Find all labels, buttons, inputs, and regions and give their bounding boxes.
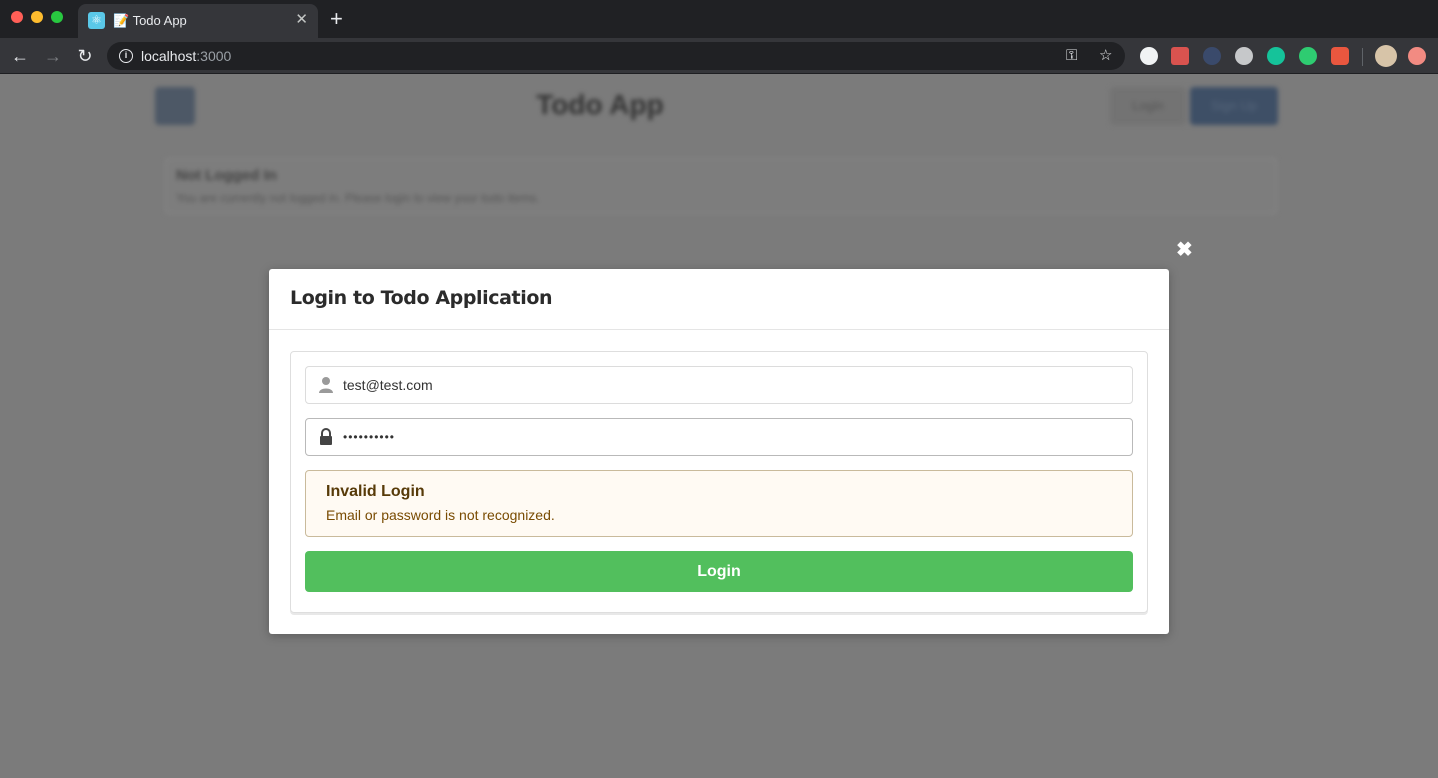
header-login-button: Login xyxy=(1110,87,1186,125)
password-input[interactable] xyxy=(343,419,1123,455)
key-icon[interactable]: ⚿ xyxy=(1066,46,1077,66)
user-icon xyxy=(319,377,333,393)
error-message: Invalid Login Email or password is not r… xyxy=(305,470,1133,537)
extension-icon-6[interactable] xyxy=(1299,47,1317,65)
address-bar[interactable]: i localhost:3000 ⚿ ☆ xyxy=(107,42,1125,70)
profile-avatar[interactable] xyxy=(1375,45,1397,67)
browser-tab-todo-app[interactable]: ⚛ 📝 Todo App ✕ xyxy=(78,4,318,38)
login-button[interactable]: Login xyxy=(305,551,1133,592)
grammarly-icon[interactable] xyxy=(1267,47,1285,65)
extension-icon-4[interactable] xyxy=(1235,47,1253,65)
extension-icon-2[interactable] xyxy=(1171,47,1189,65)
forward-arrow-icon[interactable]: → xyxy=(41,44,65,68)
window-maximize-button[interactable] xyxy=(51,11,63,23)
url-port: :3000 xyxy=(196,48,232,64)
tab-title: 📝 Todo App xyxy=(113,13,187,28)
lock-icon xyxy=(320,428,332,445)
back-arrow-icon[interactable]: ← xyxy=(8,44,32,68)
window-close-button[interactable] xyxy=(11,11,23,23)
header-signup-button: Sign Up xyxy=(1190,87,1278,125)
browser-toolbar: ← → ↻ i localhost:3000 ⚿ ☆ xyxy=(0,38,1438,74)
tab-close-button[interactable]: ✕ xyxy=(295,11,308,29)
not-logged-in-message: Not Logged In You are currently not logg… xyxy=(165,158,1277,214)
extension-icon-7[interactable] xyxy=(1331,47,1349,65)
modal-header: Login to Todo Application xyxy=(269,269,1169,330)
password-field[interactable] xyxy=(305,418,1133,456)
reload-icon[interactable]: ↻ xyxy=(73,44,97,68)
modal-close-icon[interactable]: ✖ xyxy=(1176,240,1193,260)
update-icon[interactable] xyxy=(1408,47,1426,65)
error-title: Invalid Login xyxy=(326,483,425,500)
site-info-icon[interactable]: i xyxy=(119,49,133,63)
extension-icon-3[interactable] xyxy=(1203,47,1221,65)
login-modal: Login to Todo Application Invalid Login … xyxy=(269,269,1169,634)
login-form: Invalid Login Email or password is not r… xyxy=(290,351,1148,613)
url-host: localhost xyxy=(141,48,197,64)
toolbar-divider xyxy=(1362,48,1363,66)
browser-tab-bar: ⚛ 📝 Todo App ✕ + xyxy=(0,0,1438,38)
url-text: localhost:3000 xyxy=(141,48,231,64)
bookmark-star-icon[interactable]: ☆ xyxy=(1099,46,1112,66)
message-header: Not Logged In xyxy=(176,167,277,184)
app-title: Todo App xyxy=(536,89,664,120)
new-tab-button[interactable]: + xyxy=(330,8,343,30)
error-text: Email or password is not recognized. xyxy=(326,507,555,523)
react-favicon-icon: ⚛ xyxy=(88,12,105,29)
email-input[interactable] xyxy=(343,367,1123,403)
window-minimize-button[interactable] xyxy=(31,11,43,23)
message-body: You are currently not logged in. Please … xyxy=(176,191,540,205)
modal-title: Login to Todo Application xyxy=(290,287,553,309)
email-field[interactable] xyxy=(305,366,1133,404)
extension-icon-1[interactable] xyxy=(1140,47,1158,65)
